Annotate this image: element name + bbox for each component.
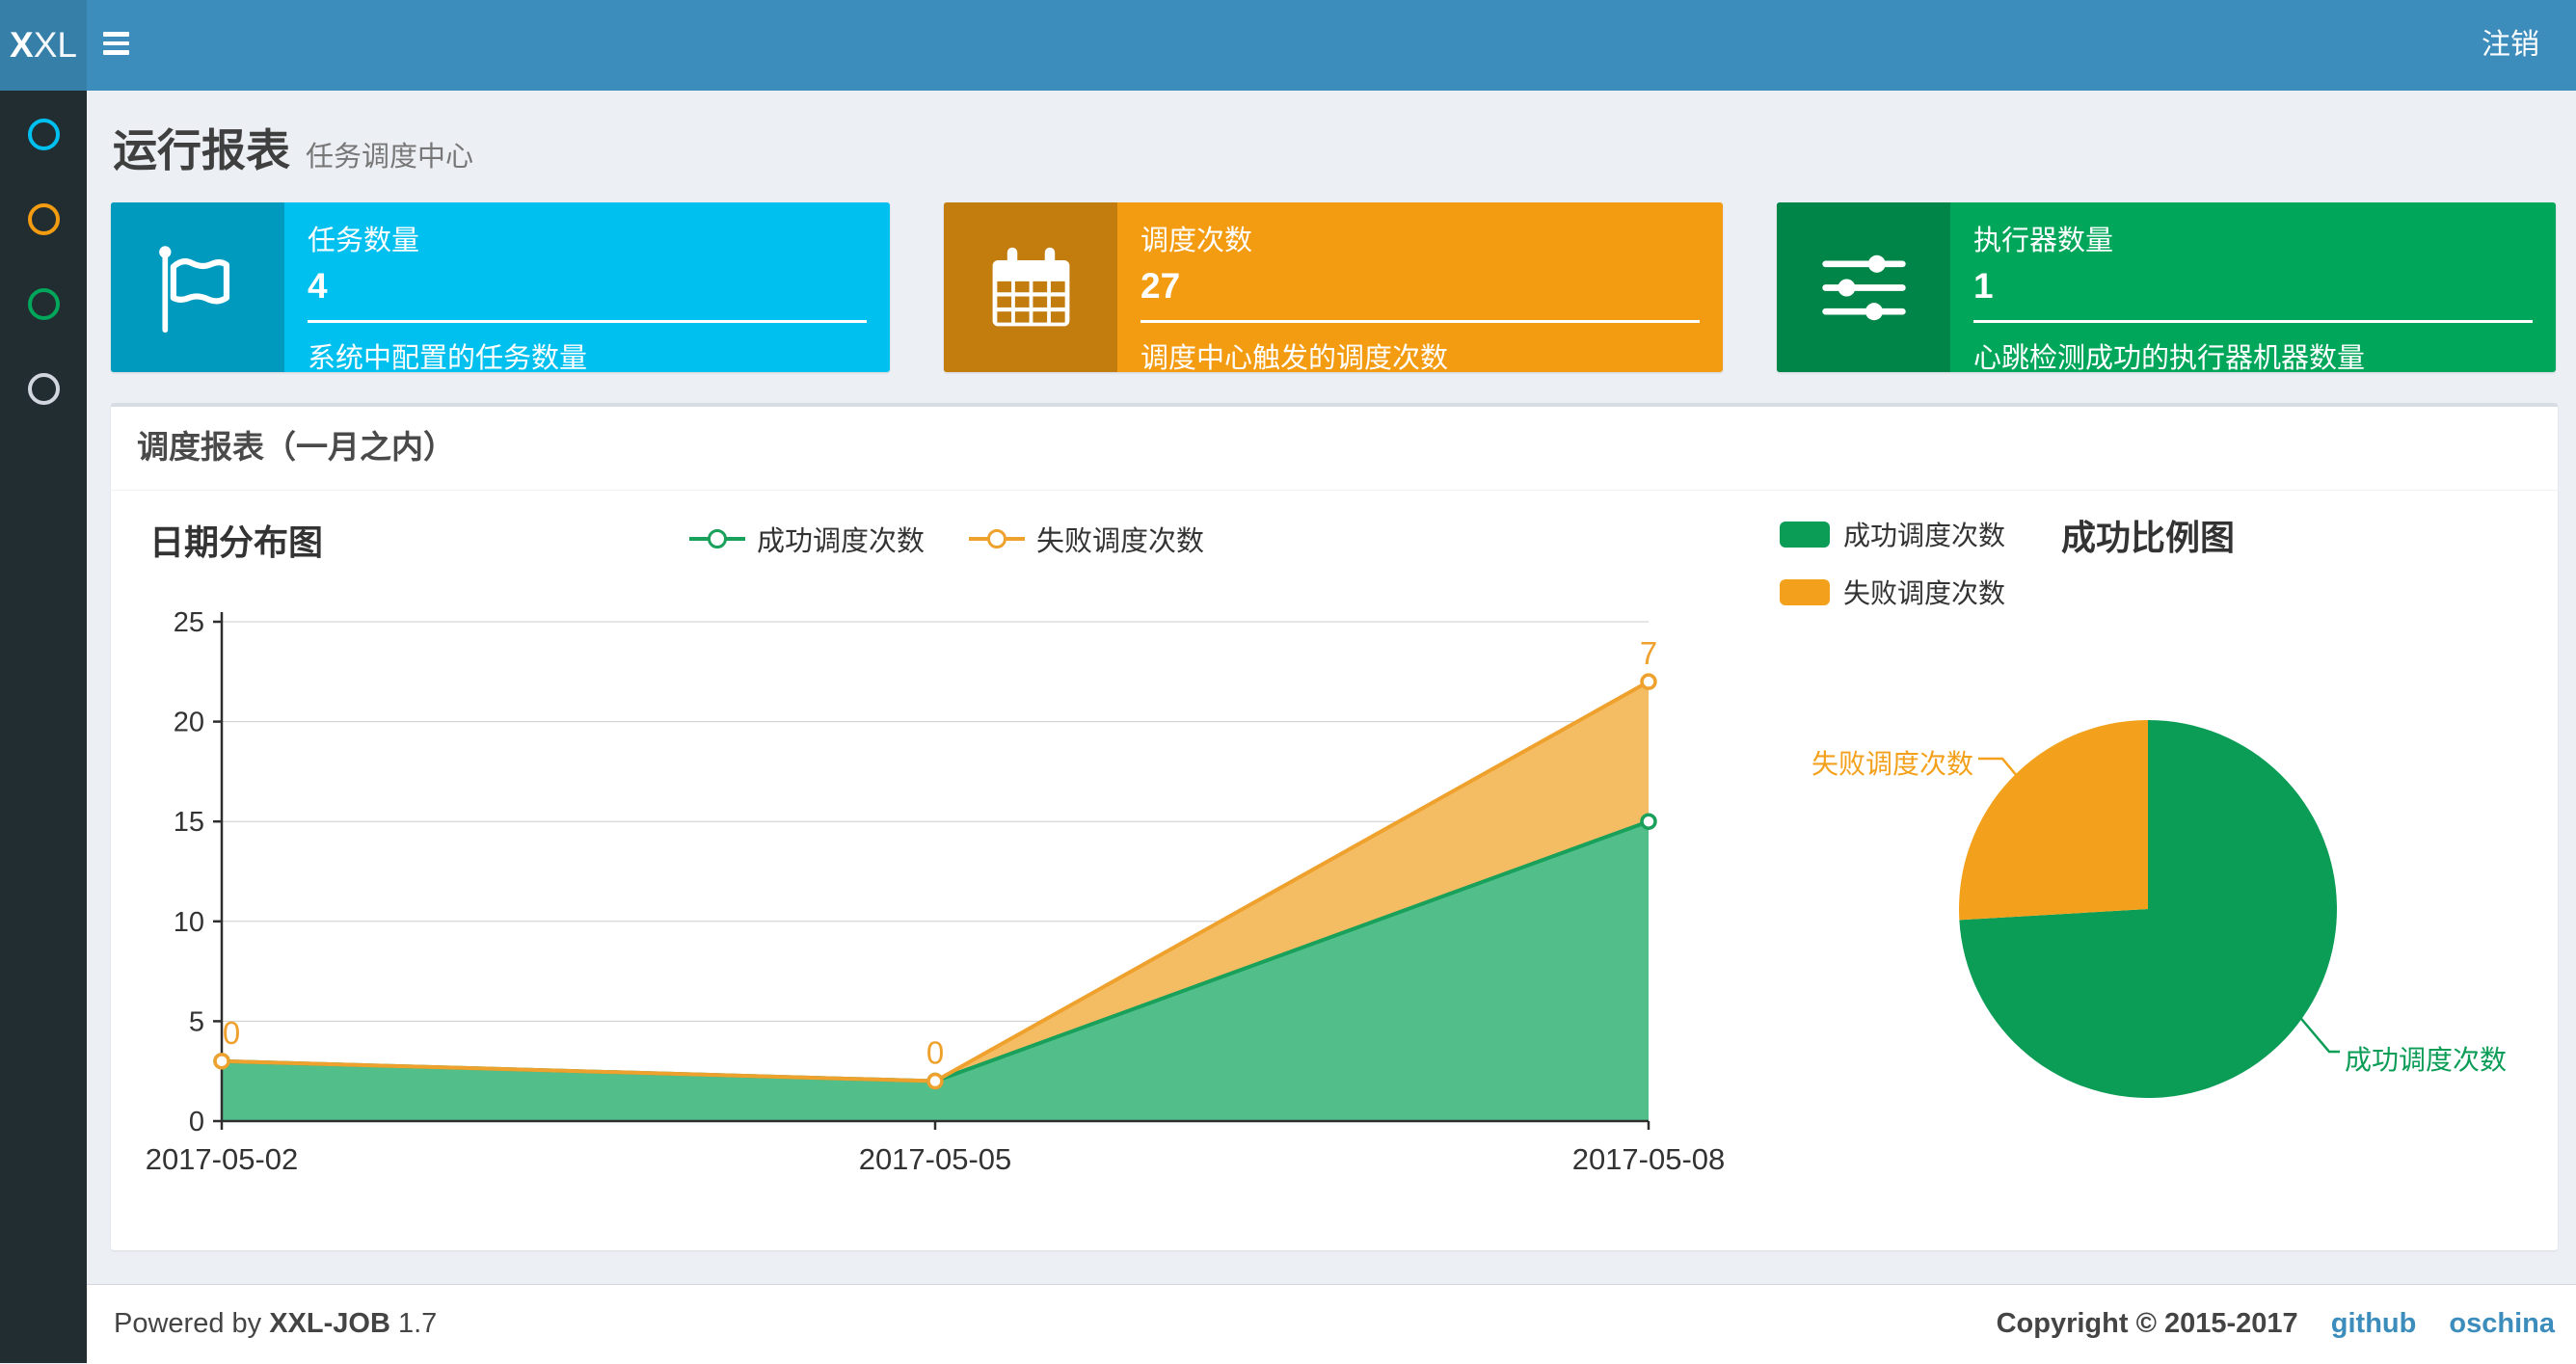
svg-text:2017-05-08: 2017-05-08 — [1572, 1142, 1726, 1176]
logout-link[interactable]: 注销 — [2482, 0, 2539, 91]
sidebar-item-1[interactable] — [0, 105, 87, 163]
pie-chart-legend: 成功调度次数 失败调度次数 — [1780, 515, 2005, 630]
legend-swatch-icon — [1780, 578, 1830, 605]
legend-label: 成功调度次数 — [757, 526, 926, 557]
svg-text:5: 5 — [189, 1006, 204, 1037]
hamburger-icon — [103, 32, 129, 37]
svg-text:0: 0 — [223, 1015, 240, 1051]
calendar-icon — [944, 202, 1117, 372]
svg-text:7: 7 — [1640, 635, 1657, 671]
legend-label: 失败调度次数 — [1036, 526, 1205, 557]
info-box-value: 4 — [308, 266, 328, 306]
svg-text:15: 15 — [174, 807, 204, 838]
info-box: 执行器数量 1 心跳检测成功的执行器机器数量 — [1777, 202, 2556, 374]
svg-text:10: 10 — [174, 907, 204, 938]
info-box: 任务数量 4 系统中配置的任务数量 — [111, 202, 890, 374]
sidebar-item-2[interactable] — [0, 190, 87, 248]
sidebar-item-4[interactable] — [0, 360, 87, 417]
line-chart: 05101520252017-05-02 2017-05-05 2017-05-08… — [146, 607, 1726, 1176]
svg-text:25: 25 — [174, 607, 204, 638]
line-legend-item[interactable]: 成功调度次数 — [689, 519, 925, 559]
divider — [111, 490, 2558, 491]
page-subtitle: 任务调度中心 — [306, 142, 474, 173]
sidebar-toggle-button[interactable] — [103, 32, 132, 59]
info-box-title: 执行器数量 — [1973, 226, 2114, 256]
info-box: 调度次数 27 调度中心触发的调度次数 — [944, 202, 1723, 374]
svg-text:0: 0 — [189, 1107, 204, 1137]
page-header: 运行报表 任务调度中心 — [113, 116, 473, 179]
footer-copyright: Copyright © 2015-2017 github oschina — [1996, 1308, 2555, 1339]
footer: Powered by XXL-JOB 1.7 Copyright © 2015-… — [87, 1284, 2576, 1364]
pie-legend-item[interactable]: 失败调度次数 — [1780, 573, 2005, 611]
svg-text:2017-05-02: 2017-05-02 — [146, 1142, 299, 1176]
line-legend-item[interactable]: 失败调度次数 — [969, 519, 1204, 559]
footer-version: 1.7 — [397, 1308, 438, 1339]
sliders-icon — [1777, 202, 1950, 372]
footer-brand: XXL-JOB — [269, 1308, 390, 1339]
legend-line-marker-icon — [969, 529, 1026, 548]
logo-text: XL — [33, 25, 77, 65]
legend-swatch-icon — [1780, 521, 1830, 548]
sidebar — [0, 91, 87, 1363]
panel-title: 调度报表（一月之内） — [137, 429, 455, 465]
circle-outline-icon — [27, 118, 60, 150]
info-box-value: 27 — [1140, 266, 1181, 306]
app-logo[interactable]: X XL — [0, 0, 87, 91]
info-box-title: 调度次数 — [1140, 226, 1253, 256]
page-title: 运行报表 — [113, 125, 290, 175]
github-link[interactable]: github — [2331, 1308, 2417, 1339]
svg-text:20: 20 — [174, 708, 204, 738]
footer-powered-by: Powered by XXL-JOB 1.7 — [114, 1308, 438, 1339]
logo-text-bold: X — [10, 25, 34, 65]
info-box-description: 心跳检测成功的执行器机器数量 — [1973, 320, 2533, 376]
pie-legend-item[interactable]: 成功调度次数 — [1780, 515, 2005, 553]
pie-chart-title: 成功比例图 — [2060, 518, 2235, 557]
line-chart-legend: 成功调度次数 失败调度次数 — [689, 519, 1204, 559]
legend-label: 失败调度次数 — [1843, 578, 2006, 608]
pie-callout-label-fail: 失败调度次数 — [1811, 749, 1973, 779]
legend-label: 成功调度次数 — [1843, 521, 2006, 550]
circle-outline-icon — [27, 202, 60, 235]
line-chart-title: 日期分布图 — [149, 522, 324, 562]
circle-outline-icon — [27, 287, 60, 320]
svg-text:2017-05-05: 2017-05-05 — [859, 1142, 1012, 1176]
circle-outline-icon — [27, 372, 60, 405]
flag-icon — [111, 202, 284, 372]
info-box-description: 系统中配置的任务数量 — [308, 320, 867, 376]
info-box-value: 1 — [1973, 266, 1994, 306]
pie-callout-label-success: 成功调度次数 — [2345, 1045, 2508, 1075]
legend-line-marker-icon — [689, 529, 745, 548]
info-box-title: 任务数量 — [308, 226, 420, 256]
info-box-description: 调度中心触发的调度次数 — [1140, 320, 1700, 376]
svg-text:0: 0 — [926, 1035, 944, 1071]
oschina-link[interactable]: oschina — [2449, 1308, 2555, 1339]
sidebar-item-3[interactable] — [0, 275, 87, 333]
top-navbar: X XL 注销 — [0, 0, 2576, 91]
